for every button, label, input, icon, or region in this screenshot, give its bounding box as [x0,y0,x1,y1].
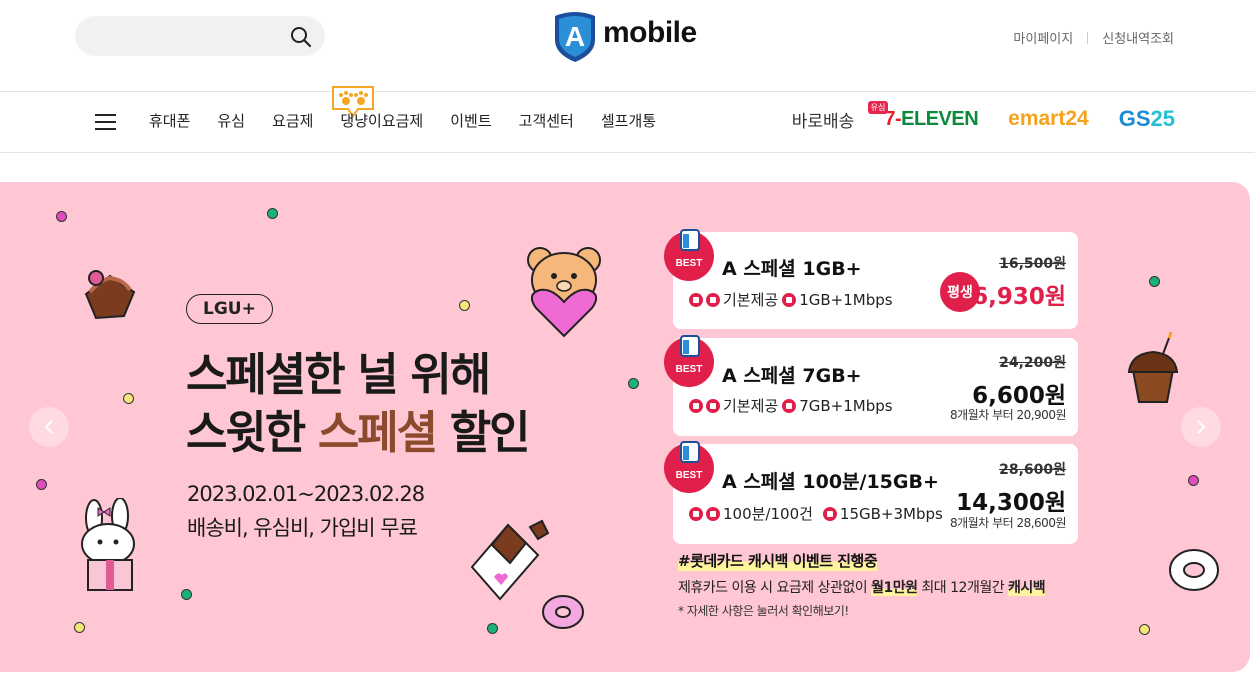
confetti-dot [74,622,85,633]
confetti-dot [56,211,67,222]
call-icon [689,292,703,307]
headline-line-1: 스페셜한 널 위해 [186,348,491,401]
partner-baro-delivery[interactable]: 바로배송 유심 [791,100,889,132]
original-price: 16,500원 [999,256,1066,272]
plan-card[interactable]: BEST A 스페셜 7GB+ 기본제공 7GB+1Mbps 24,200원 6… [664,335,1078,436]
confetti-dot [628,378,639,389]
confetti-dot [459,300,470,311]
carousel-next-button[interactable] [1181,407,1221,447]
nav-item-support[interactable]: 고객센터 [519,110,574,131]
order-lookup-link[interactable]: 신청내역조회 [1102,28,1174,47]
svg-text:A: A [565,21,585,52]
sale-price: 6,930원 [972,284,1066,310]
plan-card[interactable]: BEST A 스페셜 100분/15GB+ 100분/100건 15GB+3Mb… [664,441,1078,544]
partner-gs25-logo[interactable]: GS25 [1119,106,1175,132]
nav-item-usim[interactable]: 유심 [217,110,245,131]
free-fees-text: 배송비, 유심비, 가입비 무료 [187,516,418,540]
price-note: 8개월차 부터 28,600원 [950,516,1067,530]
carrier-badge: LGU+ [186,294,273,324]
confetti-dot [1139,624,1150,635]
bunny-gift-icon [81,498,135,591]
mypage-link[interactable]: 마이페이지 [1013,28,1073,47]
partner-links: 바로배송 유심 7-ELEVEN emart24 GS25 [791,100,1175,132]
promo-banner[interactable]: LGU+ 스페셜한 널 위해 스윗한 스페셜 할인 2023.02.01~202… [0,182,1250,672]
donut-icon [1169,549,1219,591]
nav-item-self-activation[interactable]: 셀프개통 [601,110,656,131]
best-thumbs-up-icon: BEST [664,335,714,387]
promo-title: #롯데카드 캐시백 이벤트 진행중 [678,550,878,571]
confetti-dot [36,479,47,490]
message-icon [706,292,720,307]
partner-7eleven-logo[interactable]: 7-ELEVEN [884,108,978,131]
message-icon [706,506,720,521]
sale-price: 6,600원 [972,383,1066,409]
carousel-prev-button[interactable] [29,407,69,447]
call-icon [689,398,703,413]
search-icon[interactable] [289,25,313,49]
divider [1087,31,1089,44]
confetti-dot [487,623,498,634]
logo-badge-icon: A [555,12,595,62]
price-note: 8개월차 부터 20,900원 [950,408,1067,422]
call-icon [689,506,703,521]
plan-card[interactable]: BEST A 스페셜 1GB+ 기본제공 1GB+1Mbps 16,500원 평… [664,229,1078,329]
svg-text:BEST: BEST [676,470,703,481]
best-thumbs-up-icon: BEST [664,229,714,281]
donut-icon [542,595,584,629]
confetti-dot [181,589,192,600]
svg-text:BEST: BEST [676,258,703,269]
plan-name: A 스페셜 1GB+ [722,258,862,280]
chevron-left-icon [44,420,53,434]
logo-text: mobile [603,16,697,49]
chocolate-cake-icon [84,270,136,320]
plan-name: A 스페셜 100분/15GB+ [722,471,939,493]
nav-item-pet-plans[interactable]: 댕냥이요금제 [340,110,423,131]
data-icon [822,506,837,521]
plan-name: A 스페셜 7GB+ [722,365,862,387]
banner-headline: 스페셜한 널 위해 스윗한 스페셜 할인 [186,346,531,462]
top-header: A mobile 마이페이지 신청내역조회 [0,0,1255,92]
confetti-dot [267,208,278,219]
sale-price: 14,300원 [956,490,1066,516]
svg-text:BEST: BEST [676,364,703,375]
original-price: 24,200원 [999,355,1066,371]
teddy-bear-icon [527,247,601,338]
card-cashback-promo[interactable]: #롯데카드 캐시백 이벤트 진행중 제휴카드 이용 시 요금제 상관없이 월1만… [678,550,1046,619]
data-icon [782,292,797,307]
headline-line-2: 스윗한 스페셜 할인 [186,406,531,459]
baro-label: 바로배송 [791,111,855,132]
confetti-dot [1188,475,1199,486]
promo-note: * 자세한 사항은 눌러서 확인해보기! [678,604,849,618]
plan-features: 기본제공 1GB+1Mbps [689,289,893,310]
plan-features: 기본제공 7GB+1Mbps [689,395,893,416]
baro-usim-badge: 유심 [867,100,889,114]
data-icon [782,398,797,413]
main-nav: 휴대폰 유심 요금제 댕냥이요금제 이벤트 고객센터 셀프개통 바로배송 유심 … [0,86,1255,153]
plan-features: 100분/100건 15GB+3Mbps [689,503,943,524]
search-box[interactable] [75,16,325,56]
best-thumbs-up-icon: BEST [664,441,714,493]
confetti-dot [1149,276,1160,287]
partner-emart24-logo[interactable]: emart24 [1008,107,1089,131]
promo-description: 제휴카드 이용 시 요금제 상관없이 월1만원 최대 12개월간 캐시백 [678,580,1046,596]
site-logo[interactable]: A mobile [551,10,701,64]
utility-links: 마이페이지 신청내역조회 [1013,28,1174,47]
nav-item-phones[interactable]: 휴대폰 [149,110,190,131]
promo-period: 2023.02.01~2023.02.28 [187,482,425,506]
nav-item-plans[interactable]: 요금제 [272,110,313,131]
confetti-dot [123,393,134,404]
hamburger-menu-icon[interactable] [95,112,116,132]
search-input[interactable] [91,24,281,48]
nav-menu: 휴대폰 유심 요금제 댕냥이요금제 이벤트 고객센터 셀프개통 [149,110,683,131]
chevron-right-icon [1197,420,1206,434]
message-icon [706,398,720,413]
chocolate-bar-icon [470,519,550,601]
cupcake-icon [1127,332,1179,403]
original-price: 28,600원 [999,462,1066,478]
nav-item-events[interactable]: 이벤트 [450,110,491,131]
